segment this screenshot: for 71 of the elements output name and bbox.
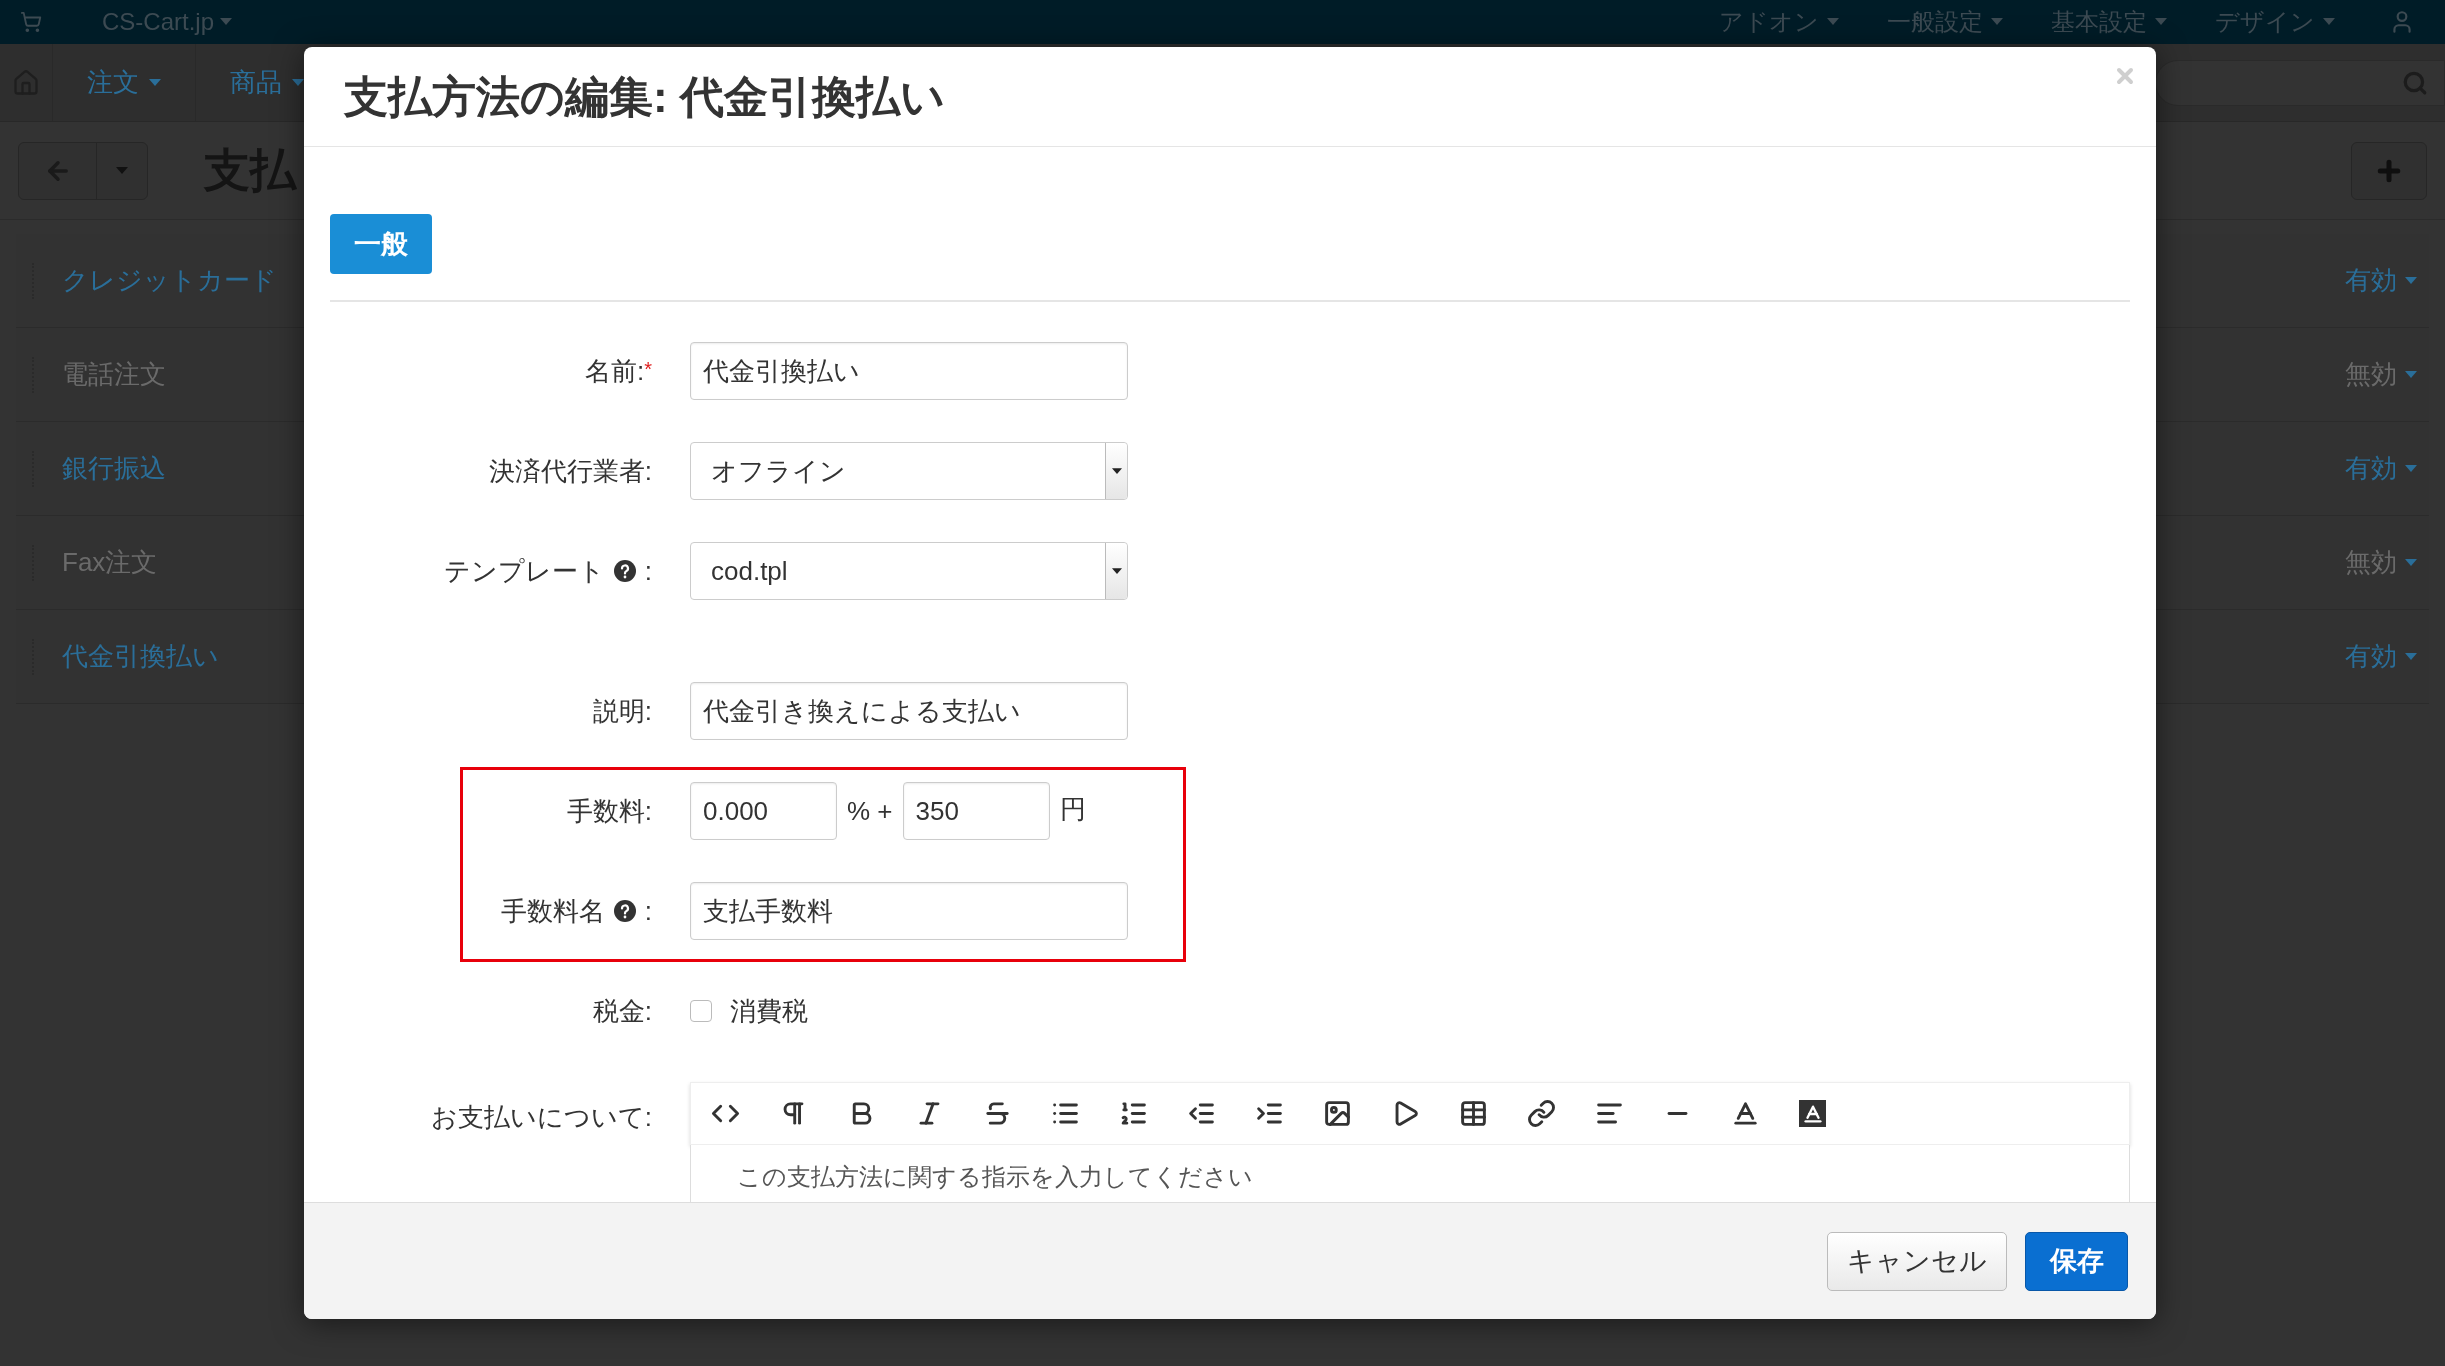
caret-icon — [2405, 558, 2417, 567]
select-value: cod.tpl — [710, 554, 789, 588]
top-menu-item[interactable]: 基本設定 — [2027, 4, 2191, 40]
text-field[interactable]: 支払手数料 — [690, 882, 1128, 940]
caret-icon — [292, 78, 304, 87]
checkbox-label: 消費税 — [730, 994, 808, 1028]
currency-label: 円 — [1059, 792, 1086, 826]
label-colon: : — [644, 554, 652, 588]
dialog-title: 支払方法の編集: 代金引換払い — [344, 70, 945, 123]
status-dropdown[interactable]: 無効 — [2345, 543, 2417, 582]
payment-method-name[interactable]: 電話注文 — [62, 355, 166, 394]
caret-icon — [1991, 18, 2003, 26]
editor-area[interactable]: この支払方法に関する指示を入力してください — [690, 1145, 2130, 1202]
caret-icon — [1827, 18, 1839, 26]
caret-icon — [2155, 18, 2167, 26]
select-value: オフライン — [710, 454, 847, 488]
tab[interactable]: 一般 — [330, 214, 432, 274]
field-label: テンプレート — [443, 554, 605, 588]
text-field[interactable]: 代金引き換えによる支払い — [690, 682, 1128, 740]
payment-method-name[interactable]: クレジットカード — [62, 261, 277, 300]
field-label: 名前: — [584, 354, 645, 388]
link-icon[interactable] — [1527, 1099, 1556, 1128]
cancel-button[interactable]: キャンセル — [1827, 1231, 2007, 1291]
top-menu-item[interactable]: デザイン — [2191, 4, 2359, 40]
image-icon[interactable] — [1323, 1099, 1352, 1128]
search-field[interactable] — [2155, 59, 2445, 106]
select-toggle[interactable] — [1105, 443, 1127, 499]
top-menu-item[interactable]: アドオン — [1695, 4, 1863, 40]
caret-icon — [2405, 276, 2417, 285]
status-dropdown[interactable]: 有効 — [2345, 449, 2417, 488]
save-button[interactable]: 保存 — [2025, 1231, 2128, 1291]
amount-field[interactable]: 350 — [902, 782, 1050, 840]
label-colon: : — [644, 894, 652, 928]
payment-method-name[interactable]: 銀行振込 — [62, 449, 166, 488]
select-field[interactable]: cod.tpl — [690, 542, 1128, 600]
percent-sign: % + — [847, 794, 893, 828]
caret-icon — [2405, 370, 2417, 379]
field-label: 手数料名 — [500, 894, 605, 928]
select-field[interactable]: オフライン — [690, 442, 1128, 500]
text-background-icon[interactable] — [1799, 1100, 1826, 1127]
checkbox[interactable] — [690, 1000, 712, 1022]
numbered-list-icon[interactable] — [1119, 1099, 1148, 1128]
editor-placeholder: この支払方法に関する指示を入力してください — [737, 1163, 1253, 1190]
nav-menu-item[interactable]: 注文 — [52, 44, 195, 121]
payment-method-name[interactable]: Fax注文 — [62, 543, 158, 582]
field-label: 説明: — [592, 694, 652, 728]
text-field[interactable]: 代金引換払い — [690, 342, 1128, 400]
field-label: 手数料: — [566, 794, 652, 828]
caret-icon — [220, 18, 233, 26]
cart-icon — [20, 11, 42, 33]
strikethrough-icon[interactable] — [983, 1099, 1012, 1128]
status-dropdown[interactable]: 有効 — [2345, 261, 2417, 300]
required-mark: * — [644, 356, 652, 382]
field-label: 決済代行業者: — [488, 454, 652, 488]
store-menu[interactable]: CS-Cart.jp — [102, 4, 233, 40]
caret-icon — [2405, 464, 2417, 473]
percent-field[interactable]: 0.000 — [690, 782, 837, 840]
payment-method-name[interactable]: 代金引換払い — [62, 637, 219, 676]
status-dropdown[interactable]: 有効 — [2345, 637, 2417, 676]
caret-icon — [1111, 467, 1122, 475]
caret-icon — [2323, 18, 2335, 26]
select-toggle[interactable] — [1105, 543, 1127, 599]
status-dropdown[interactable]: 無効 — [2345, 355, 2417, 394]
caret-icon — [149, 78, 161, 87]
caret-icon — [1111, 567, 1122, 575]
top-menu-item[interactable]: 一般設定 — [1863, 4, 2027, 40]
table-icon[interactable] — [1459, 1099, 1488, 1128]
caret-icon — [2405, 652, 2417, 661]
caret-icon — [116, 166, 128, 175]
field-label: 税金: — [592, 994, 652, 1028]
field-label: お支払いについて: — [430, 1101, 652, 1134]
